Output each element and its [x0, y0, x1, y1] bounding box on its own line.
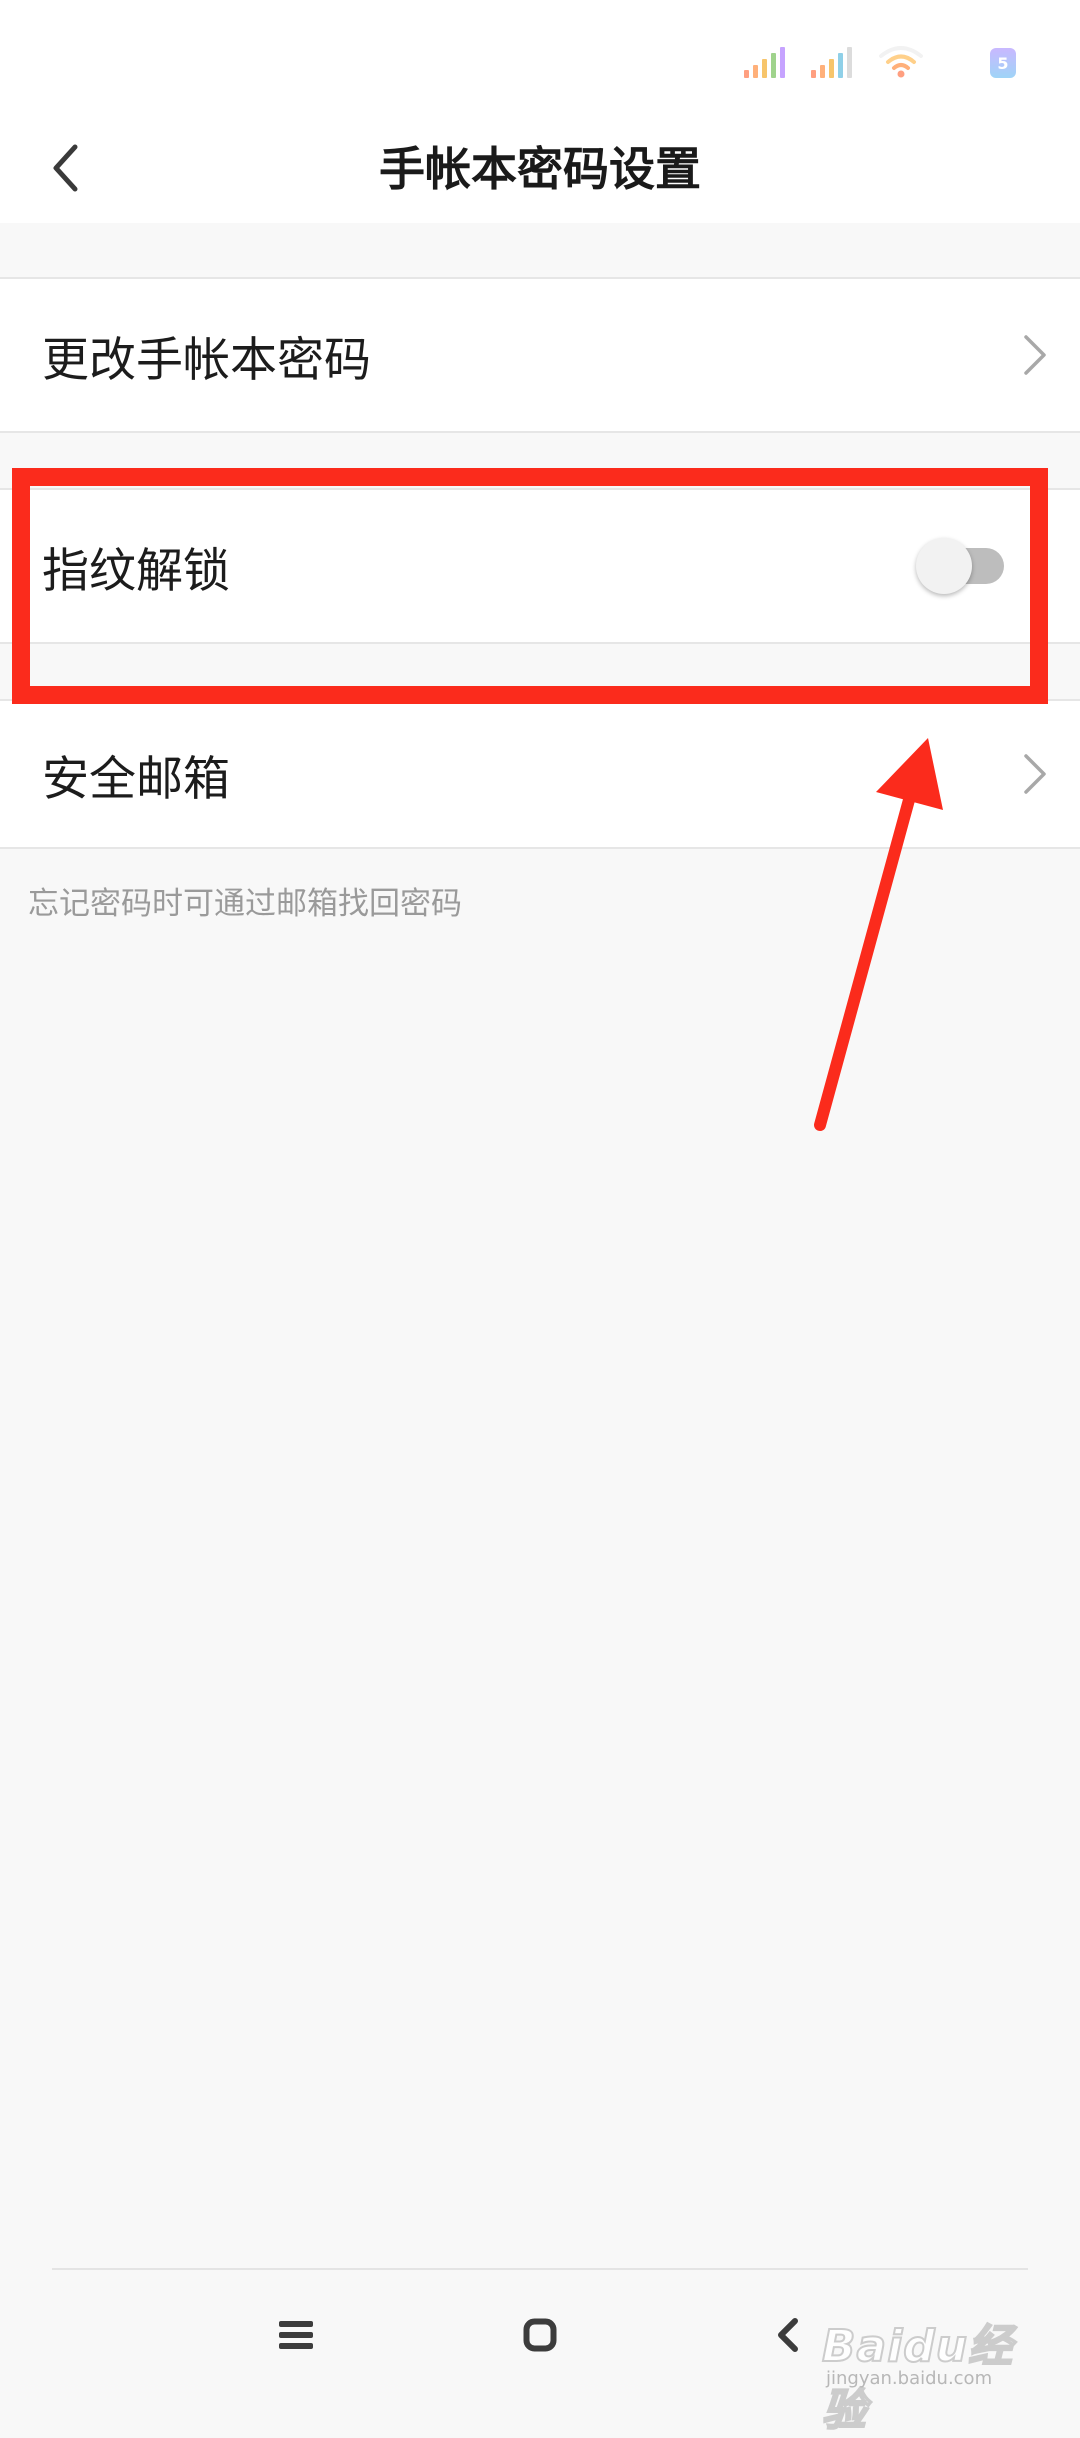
home-button[interactable]	[510, 2310, 570, 2360]
security-email-label: 安全邮箱	[42, 751, 230, 807]
nav-back-button[interactable]	[758, 2310, 818, 2360]
back-icon	[778, 2318, 798, 2352]
signal-2-icon	[811, 44, 852, 78]
baidu-watermark: Baidu经验 jingyan.baidu.com	[821, 2290, 1032, 2437]
wifi-icon	[878, 44, 924, 78]
app-header: 手帐本密码设置	[0, 115, 1080, 223]
page-title: 手帐本密码设置	[379, 142, 701, 196]
change-password-label: 更改手帐本密码	[42, 332, 371, 388]
menu-icon	[279, 2321, 313, 2349]
home-icon	[523, 2318, 557, 2352]
status-icons: 5	[744, 44, 1016, 78]
battery-text: 5	[997, 53, 1009, 73]
signal-1-icon	[744, 44, 785, 78]
annotation-highlight-box	[12, 468, 1048, 704]
chevron-right-icon	[1024, 335, 1046, 375]
menu-button[interactable]	[266, 2310, 326, 2360]
status-bar: 5	[0, 0, 1080, 115]
email-hint-text: 忘记密码时可通过邮箱找回密码	[28, 886, 462, 922]
chevron-right-icon	[1024, 754, 1046, 794]
watermark-url: jingyan.baidu.com	[826, 2368, 993, 2389]
change-password-row[interactable]: 更改手帐本密码	[0, 277, 1080, 433]
battery-icon: 5	[990, 48, 1016, 78]
security-email-row[interactable]: 安全邮箱	[0, 699, 1080, 849]
